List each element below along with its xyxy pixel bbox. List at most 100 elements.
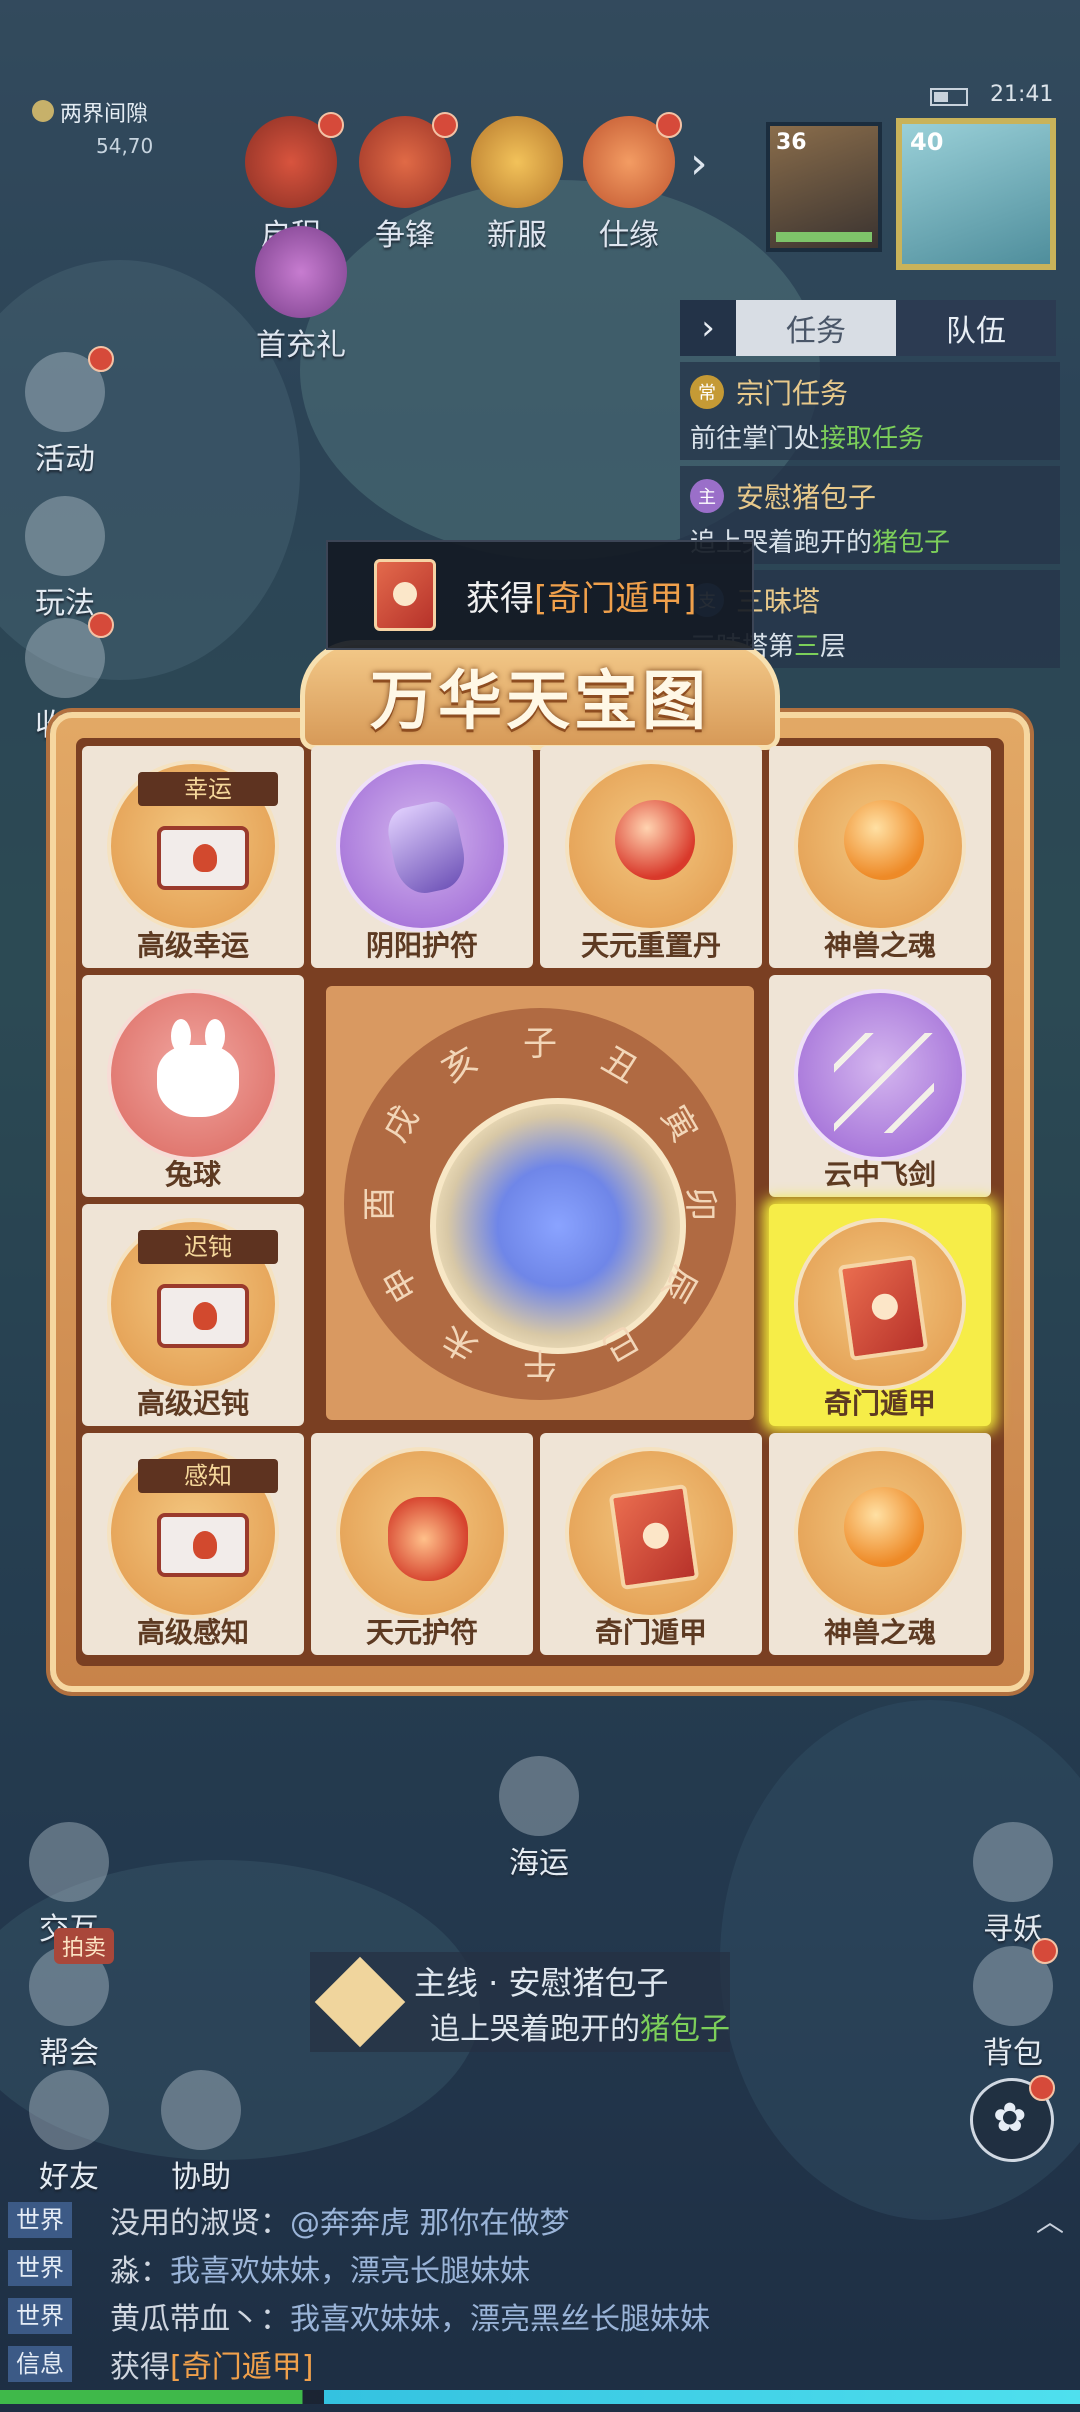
toast-item: [奇门遁甲] — [534, 578, 697, 619]
reward-name: 奇门遁甲 — [594, 1616, 707, 1649]
first-recharge-button[interactable]: 首充礼 — [236, 226, 366, 363]
reward-toast: 获得[奇门遁甲] — [326, 540, 754, 650]
reward-name: 高级迟钝 — [136, 1387, 249, 1420]
monster-icon — [973, 1822, 1053, 1902]
task-item[interactable]: 常宗门任务 前往掌门处接取任务 — [680, 362, 1060, 460]
shipping-button[interactable]: 海运 — [484, 1756, 594, 1882]
tab-tasks[interactable]: 任务 — [736, 300, 896, 356]
reward-name: 阴阳护符 — [365, 929, 478, 962]
reward-cell[interactable]: 神兽之魂 — [769, 1433, 991, 1655]
chat-message: 信息 获得[奇门遁甲] — [0, 2340, 1080, 2388]
player-level: 40 — [910, 128, 944, 156]
clock: 21:41 — [990, 82, 1054, 107]
hand-icon — [29, 1822, 109, 1902]
scroll-icon — [157, 826, 249, 890]
reward-name: 天元重置丹 — [580, 929, 721, 962]
crown-icon — [471, 116, 563, 208]
reward-disc — [794, 1218, 966, 1390]
reward-cell[interactable]: 奇门遁甲 — [769, 1204, 991, 1426]
compass-dial[interactable]: 子丑寅卯辰巳午未申酉戌亥 — [326, 986, 754, 1420]
reward-disc — [794, 760, 966, 932]
reward-name: 高级幸运 — [136, 929, 249, 962]
gameplay-button[interactable]: 玩法 — [10, 496, 120, 622]
task-desc: 前往掌门处接取任务 — [690, 424, 925, 454]
task-type-badge: 主 — [690, 479, 724, 513]
book-icon — [25, 496, 105, 576]
event-qicheng-button[interactable]: 启程 — [236, 112, 346, 253]
task-title: 宗门任务 — [736, 377, 849, 410]
backpack-button[interactable]: 背包 — [958, 1938, 1068, 2072]
collapse-arrow-icon[interactable]: › — [680, 300, 736, 356]
chat-channel: 世界 — [8, 2298, 72, 2334]
reward-name: 高级感知 — [136, 1616, 249, 1649]
event-shiyuan-button[interactable]: 仕缘 — [574, 112, 684, 253]
reward-cell[interactable]: 天元护符 — [311, 1433, 533, 1655]
quest-desc: 追上哭着跑开的猪包子 — [430, 2012, 730, 2047]
toast-prefix: 获得 — [466, 578, 534, 619]
reward-cell[interactable]: 阴阳护符 — [311, 746, 533, 968]
spirit-orb-icon — [844, 800, 924, 880]
reward-cell[interactable]: 迟钝 高级迟钝 — [82, 1204, 304, 1426]
reward-cell[interactable]: 感知 高级感知 — [82, 1433, 304, 1655]
zodiac-char: 午 — [523, 1344, 557, 1384]
pet-hp-bar — [776, 232, 872, 242]
reward-disc — [794, 989, 966, 1161]
player-portrait[interactable]: 40 — [896, 118, 1056, 270]
gift-icon — [255, 226, 347, 318]
amulet-icon — [388, 1497, 468, 1581]
notification-dot — [318, 112, 344, 138]
reward-name: 兔球 — [164, 1158, 221, 1191]
handshake-icon — [161, 2070, 241, 2150]
reward-tag: 迟钝 — [138, 1230, 278, 1264]
reward-name: 云中飞剑 — [823, 1158, 936, 1191]
event-zhengfeng-button[interactable]: 争锋 — [350, 112, 460, 253]
chat-channel: 世界 — [8, 2250, 72, 2286]
chat-channel: 信息 — [8, 2346, 72, 2382]
friends-icon — [29, 2070, 109, 2150]
region-info[interactable]: 两界间隙 54,70 — [24, 96, 214, 158]
reward-disc — [565, 1447, 737, 1619]
tab-team[interactable]: 队伍 — [896, 300, 1056, 356]
expand-arrow-icon[interactable]: › — [690, 138, 708, 189]
bunny-icon — [157, 1019, 239, 1117]
reward-name: 天元护符 — [365, 1616, 478, 1649]
guild-button[interactable]: 帮会 拍卖 — [14, 1928, 124, 2072]
friends-button[interactable]: 好友 — [14, 2070, 124, 2196]
chat-message: 世界 没用的淑贤：@奔奔虎 那你在做梦 — [0, 2196, 1080, 2244]
reward-cell[interactable]: 云中飞剑 — [769, 975, 991, 1197]
scroll-icon — [157, 1284, 249, 1348]
reward-cell[interactable]: 兔球 — [82, 975, 304, 1197]
event-xinfu-button[interactable]: 新服 — [462, 116, 572, 253]
reward-name: 奇门遁甲 — [823, 1387, 936, 1420]
quest-diamond-icon — [314, 1956, 406, 2048]
quest-tracker[interactable]: 主线 · 安慰猪包子 追上哭着跑开的猪包子 — [310, 1952, 730, 2052]
reward-cell[interactable]: 奇门遁甲 — [540, 1433, 762, 1655]
task-title: 安慰猪包子 — [736, 481, 877, 514]
spin-orb[interactable] — [430, 1098, 686, 1354]
zodiac-char: 子 — [523, 1024, 557, 1064]
sword-icon — [834, 1033, 934, 1133]
pet-portrait[interactable]: 36 — [766, 122, 882, 252]
scroll-icon — [157, 1513, 249, 1577]
reward-cell[interactable]: 神兽之魂 — [769, 746, 991, 968]
quest-title: 主线 · 安慰猪包子 — [414, 1964, 669, 2002]
assist-button[interactable]: 协助 — [146, 2070, 256, 2196]
zodiac-char: 酉 — [360, 1187, 400, 1221]
reward-disc — [336, 760, 508, 932]
crystal-ball-icon — [615, 800, 695, 880]
notification-dot — [88, 346, 114, 372]
reward-name: 神兽之魂 — [823, 929, 936, 962]
menu-toggle-button[interactable]: ✿ — [970, 2075, 1055, 2162]
book-icon — [374, 559, 436, 631]
chat-panel[interactable]: 世界 没用的淑贤：@奔奔虎 那你在做梦 世界 淼：我喜欢妹妹，漂亮长腿妹妹 世界… — [0, 2196, 1080, 2388]
reward-cell[interactable]: 天元重置丹 — [540, 746, 762, 968]
region-coords: 54,70 — [96, 134, 154, 158]
notification-dot — [656, 112, 682, 138]
activity-button[interactable]: 活动 — [10, 346, 120, 478]
battery-icon — [930, 88, 968, 106]
reward-tag: 幸运 — [138, 772, 278, 806]
monster-hunt-button[interactable]: 寻妖 — [958, 1822, 1068, 1948]
reward-cell[interactable]: 幸运 高级幸运 — [82, 746, 304, 968]
reward-name: 神兽之魂 — [823, 1616, 936, 1649]
amulet-gem-icon — [383, 797, 471, 899]
